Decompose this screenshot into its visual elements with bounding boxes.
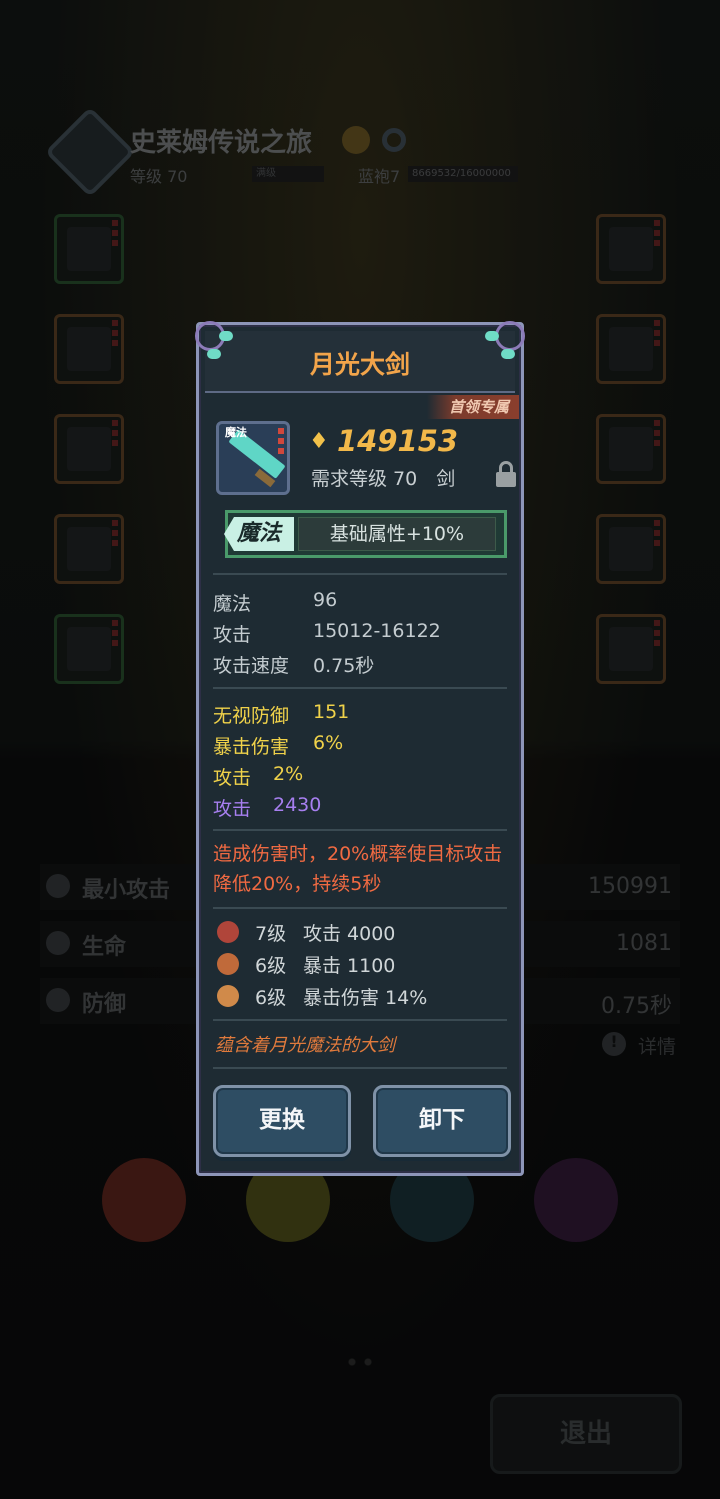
gem-icon bbox=[217, 953, 239, 975]
magic-tag: 魔法 bbox=[224, 517, 294, 551]
item-name: 月光大剑 bbox=[309, 350, 410, 379]
power-icon: ♦ bbox=[309, 429, 329, 454]
gem-stat: 暴击 1100 bbox=[303, 955, 396, 977]
divider bbox=[213, 1019, 507, 1021]
extra-stat-label: 无视防御 bbox=[213, 705, 290, 727]
magic-bonus-banner: 魔法 基础属性+10% bbox=[224, 510, 507, 558]
lock-icon[interactable] bbox=[495, 461, 517, 487]
extra-stat-value: 151 bbox=[313, 701, 350, 723]
extra-stat-label: 攻击 bbox=[213, 798, 252, 820]
item-icon: 魔法 bbox=[216, 421, 290, 495]
base-stat-value: 96 bbox=[313, 589, 338, 611]
requirement-text: 需求等级 70 剑 bbox=[311, 468, 456, 490]
divider bbox=[213, 1067, 507, 1069]
item-power: 149153 bbox=[337, 424, 459, 458]
unequip-button[interactable]: 卸下 bbox=[373, 1085, 511, 1157]
gem-stat: 攻击 4000 bbox=[303, 923, 396, 945]
item-detail-modal: 月光大剑 首领专属 魔法 ♦ 149153 需求等级 70 剑 魔法 基础属性+… bbox=[195, 321, 525, 1176]
extra-stat-value: 2430 bbox=[273, 794, 322, 816]
extra-stat-value: 2% bbox=[273, 763, 304, 785]
gem-level: 6级 bbox=[255, 955, 287, 977]
extra-stat-label: 暴击伤害 bbox=[213, 736, 290, 758]
magic-bonus-text: 基础属性+10% bbox=[298, 517, 496, 551]
base-stat-label: 攻击 bbox=[213, 624, 252, 646]
divider bbox=[213, 573, 507, 575]
item-icon-label: 魔法 bbox=[225, 426, 247, 439]
base-stat-value: 15012-16122 bbox=[313, 620, 441, 642]
gem-level: 7级 bbox=[255, 923, 287, 945]
gem-level: 6级 bbox=[255, 987, 287, 1009]
special-effect-text: 造成伤害时，20%概率使目标攻击降低20%，持续5秒 bbox=[213, 843, 503, 895]
base-stat-label: 魔法 bbox=[213, 593, 252, 615]
divider bbox=[213, 907, 507, 909]
gem-icon bbox=[217, 985, 239, 1007]
gem-stat: 暴击伤害 14% bbox=[303, 987, 428, 1009]
extra-stat-label: 攻击 bbox=[213, 767, 252, 789]
corner-ornament-icon bbox=[479, 321, 525, 367]
corner-ornament-icon bbox=[195, 321, 241, 367]
gem-icon bbox=[217, 921, 239, 943]
modal-header: 月光大剑 bbox=[205, 331, 515, 393]
item-description: 蕴含着月光魔法的大剑 bbox=[215, 1035, 395, 1056]
base-stat-label: 攻击速度 bbox=[213, 655, 290, 677]
replace-button[interactable]: 更换 bbox=[213, 1085, 351, 1157]
extra-stat-value: 6% bbox=[313, 732, 344, 754]
base-stat-value: 0.75秒 bbox=[313, 655, 375, 677]
divider bbox=[213, 687, 507, 689]
boss-exclusive-badge: 首领专属 bbox=[426, 395, 519, 419]
divider bbox=[213, 829, 507, 831]
